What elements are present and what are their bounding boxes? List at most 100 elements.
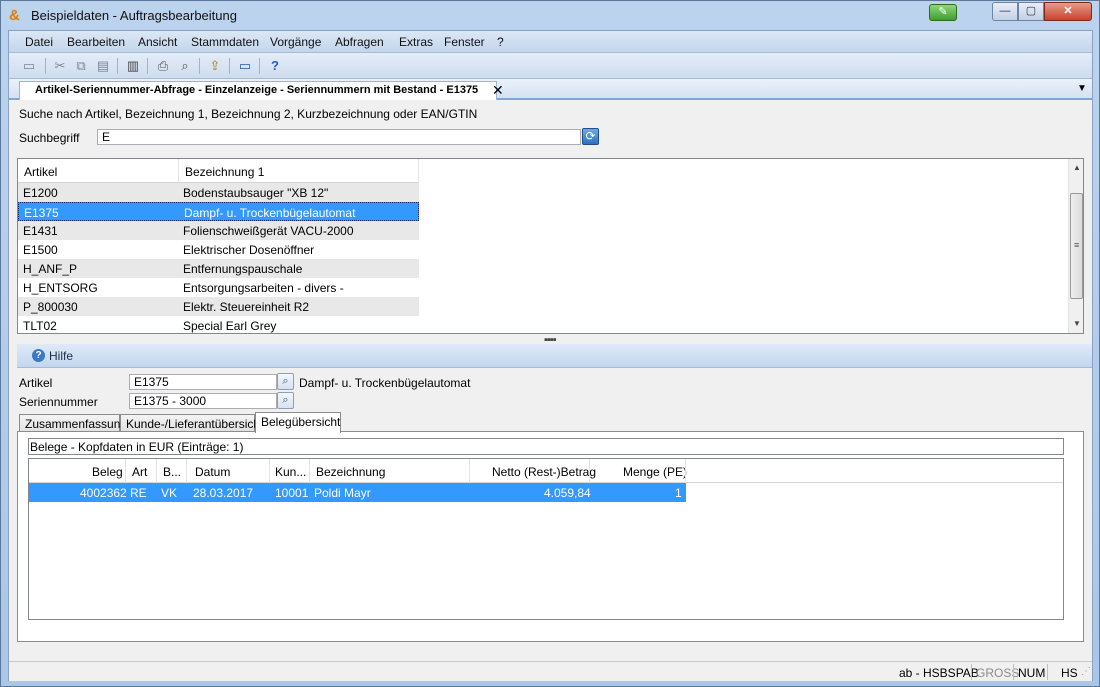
column-divider[interactable]: [589, 459, 590, 483]
menu-bearbeiten[interactable]: Bearbeiten: [67, 35, 125, 49]
table-row[interactable]: TLT02 Special Earl Grey: [18, 316, 419, 333]
cut-icon[interactable]: ✂: [51, 57, 69, 75]
column-divider[interactable]: [309, 459, 310, 483]
cell-art: RE: [130, 486, 147, 500]
tab-kunde-lieferant[interactable]: Kunde-/Lieferantübersicht: [120, 414, 263, 432]
status-bar: ab - HSBSPAB GROSS NUM HS ⋰: [9, 661, 1092, 681]
cell-artikel: H_ENTSORG: [23, 281, 98, 295]
belege-grid-header: Beleg Art B... Datum Kun... Bezeichnung …: [29, 459, 1063, 483]
menu-ansicht[interactable]: Ansicht: [138, 35, 177, 49]
export-icon[interactable]: ⇪: [206, 57, 224, 75]
cell-datum: 28.03.2017: [193, 486, 254, 500]
table-row[interactable]: H_ANF_P Entfernungspauschale: [18, 259, 419, 278]
maximize-button[interactable]: ▢: [1018, 2, 1044, 21]
table-row[interactable]: E1500 Elektrischer Dosenöffner: [18, 240, 419, 259]
menu-extras[interactable]: Extras: [399, 35, 433, 49]
toolbar-separator: [147, 58, 148, 74]
copy-icon[interactable]: ⧉: [72, 57, 90, 75]
cell-bezeichnung: Special Earl Grey: [183, 319, 277, 333]
cell-artikel: H_ANF_P: [23, 262, 78, 276]
menu-vorgaenge[interactable]: Vorgänge: [270, 35, 321, 49]
refresh-button[interactable]: ⟳: [582, 128, 599, 145]
window-icon[interactable]: ▭: [236, 57, 254, 75]
artikel-field[interactable]: E1375: [129, 374, 277, 390]
seriennummer-label: Seriennummer: [19, 395, 98, 409]
column-divider[interactable]: [418, 159, 419, 183]
artikel-search-icon[interactable]: ⌕: [277, 373, 294, 390]
cell-artikel: E1431: [23, 224, 58, 238]
status-user: ab - HSBSPAB: [899, 666, 979, 680]
window-title: Beispieldaten - Auftragsbearbeitung: [31, 8, 237, 23]
cell-kunde: 10001: [275, 486, 309, 500]
minimize-button[interactable]: —: [992, 2, 1018, 21]
column-header-bezeichnung[interactable]: Bezeichnung 1: [185, 165, 264, 179]
table-row[interactable]: E1431 Folienschweißgerät VACU-2000: [18, 221, 419, 240]
client-area: Datei Bearbeiten Ansicht Stammdaten Vorg…: [8, 30, 1093, 681]
search-input[interactable]: E: [97, 129, 581, 145]
menu-abfragen[interactable]: Abfragen: [335, 35, 384, 49]
column-divider[interactable]: [186, 459, 187, 483]
table-row-selected[interactable]: E1375 Dampf- u. Trockenbügelautomat: [18, 202, 419, 221]
menu-help[interactable]: ?: [497, 35, 504, 49]
close-button[interactable]: ✕: [1044, 2, 1092, 21]
vertical-scrollbar[interactable]: ▲ ≡ ▼: [1068, 159, 1083, 333]
print-icon[interactable]: ⎙: [154, 57, 172, 75]
print-preview-icon[interactable]: ⌕: [176, 57, 194, 75]
menu-bar: Datei Bearbeiten Ansicht Stammdaten Vorg…: [9, 31, 1092, 53]
column-divider[interactable]: [469, 459, 470, 483]
column-header-menge[interactable]: Menge (PE): [623, 465, 687, 479]
help-bar[interactable]: ? Hilfe: [17, 344, 1092, 368]
tab-seriennummer-abfrage[interactable]: Artikel-Seriennummer-Abfrage - Einzelanz…: [19, 81, 504, 100]
toolbar-separator: [259, 58, 260, 74]
paste-icon[interactable]: ▤: [94, 57, 112, 75]
column-header-bezeichnung[interactable]: Bezeichnung: [316, 465, 385, 479]
column-divider[interactable]: [685, 459, 686, 483]
cell-bezeichnung: Dampf- u. Trockenbügelautomat: [184, 206, 356, 220]
column-divider[interactable]: [178, 159, 179, 183]
column-header-artikel[interactable]: Artikel: [24, 165, 57, 179]
help-label: Hilfe: [49, 349, 74, 363]
column-header-datum[interactable]: Datum: [195, 465, 230, 479]
table-row[interactable]: H_ENTSORG Entsorgungsarbeiten - divers -: [18, 278, 419, 297]
status-hs: HS: [1061, 666, 1078, 680]
list-icon[interactable]: ▥: [124, 57, 142, 75]
table-row[interactable]: P_800030 Elektr. Steuereinheit R2: [18, 297, 419, 316]
column-divider[interactable]: [156, 459, 157, 483]
seriennummer-field[interactable]: E1375 - 3000: [129, 393, 277, 409]
help-icon[interactable]: ?: [266, 57, 284, 75]
status-num: NUM: [1018, 666, 1046, 680]
tab-zusammenfassung[interactable]: Zusammenfassung: [19, 414, 127, 432]
column-header-netto[interactable]: Netto (Rest-)Betrag: [492, 465, 596, 479]
table-row[interactable]: E1200 Bodenstaubsauger "XB 12": [18, 183, 419, 202]
column-divider[interactable]: [269, 459, 270, 483]
menu-stammdaten[interactable]: Stammdaten: [191, 35, 259, 49]
cell-bezeichnung: Bodenstaubsauger "XB 12": [183, 186, 329, 200]
status-separator: [1013, 664, 1014, 680]
scroll-up-icon[interactable]: ▲: [1073, 163, 1081, 172]
grip-icon: ≡: [1074, 240, 1080, 250]
seriennummer-search-icon[interactable]: ⌕: [277, 392, 294, 409]
close-icon[interactable]: ✕: [492, 82, 504, 98]
scroll-down-icon[interactable]: ▼: [1073, 319, 1081, 328]
column-header-beleg[interactable]: Beleg: [92, 465, 123, 479]
table-row-selected[interactable]: 4002362 RE VK 28.03.2017 10001 Poldi May…: [29, 483, 686, 502]
chevron-down-icon[interactable]: ▼: [1077, 83, 1087, 94]
search-description: Suche nach Artikel, Bezeichnung 1, Bezei…: [19, 107, 478, 121]
column-divider[interactable]: [125, 459, 126, 483]
column-header-b[interactable]: B...: [163, 465, 181, 479]
column-header-kunde[interactable]: Kun...: [275, 465, 306, 479]
artikel-description: Dampf- u. Trockenbügelautomat: [299, 376, 471, 390]
menu-datei[interactable]: Datei: [25, 35, 53, 49]
application-window: & Beispieldaten - Auftragsbearbeitung ✎ …: [0, 0, 1100, 687]
toolbar-separator: [45, 58, 46, 74]
column-header-art[interactable]: Art: [132, 465, 147, 479]
toolbar: ▭ ✂ ⧉ ▤ ▥ ⎙ ⌕ ⇪ ▭ ?: [9, 53, 1092, 79]
scrollbar-thumb[interactable]: ≡: [1070, 193, 1083, 299]
cell-menge: 1: [675, 486, 682, 500]
menu-fenster[interactable]: Fenster: [444, 35, 485, 49]
tab-belegübersicht[interactable]: Belegübersicht: [255, 412, 341, 433]
resize-grip-icon[interactable]: ⋰: [1081, 666, 1091, 677]
help-circle-icon: ?: [32, 349, 45, 362]
open-folder-icon[interactable]: ▭: [20, 57, 38, 75]
caption-extra-icon[interactable]: ✎: [929, 4, 957, 21]
